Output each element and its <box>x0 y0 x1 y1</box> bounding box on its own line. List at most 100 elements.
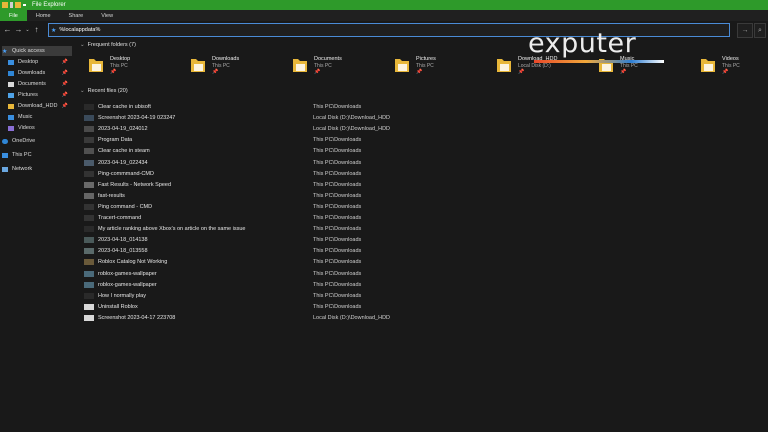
recent-locations-button[interactable]: ⌄ <box>24 23 31 37</box>
file-name: 2023-04-19_022434 <box>98 159 148 166</box>
pin-icon[interactable]: 📌 <box>314 69 320 75</box>
file-location: This PC\Downloads <box>313 237 362 244</box>
recent-file-row[interactable]: 2023-04-18_014138 This PC\Downloads <box>84 235 764 245</box>
pin-icon[interactable]: 📌 <box>62 81 68 87</box>
file-name: Uninstall Roblox <box>98 303 138 310</box>
chevron-down-icon[interactable] <box>23 4 26 6</box>
file-name: fast-results <box>98 192 125 199</box>
sidebar-item-videos[interactable]: Videos <box>8 123 72 133</box>
sidebar-item-network[interactable]: Network <box>2 164 72 174</box>
recent-file-row[interactable]: Screenshot 2023-04-17 223708 Local Disk (… <box>84 313 764 323</box>
pin-icon[interactable]: 📌 <box>62 70 68 76</box>
file-thumbnail-icon <box>84 181 94 188</box>
folder-icon[interactable] <box>2 2 8 8</box>
recent-files-header[interactable]: ⌄ Recent files (20) <box>80 88 128 94</box>
sidebar-item-music[interactable]: Music <box>8 112 72 122</box>
sidebar-item-download-hdd[interactable]: Download_HDD 📌 <box>8 101 72 111</box>
recent-file-row[interactable]: Screenshot 2023-04-19 023247 Local Disk (… <box>84 113 764 123</box>
star-icon: ★ <box>51 27 57 34</box>
recent-file-row[interactable]: fast-results This PC\Downloads <box>84 191 764 201</box>
file-location: This PC\Downloads <box>313 248 362 255</box>
recent-file-row[interactable]: roblox-games-wallpaper This PC\Downloads <box>84 269 764 279</box>
properties-icon[interactable] <box>10 2 13 8</box>
recent-file-row[interactable]: Fast Results - Network Speed This PC\Down… <box>84 180 764 190</box>
recent-file-row[interactable]: Clear cache in steam This PC\Downloads <box>84 146 764 156</box>
frequent-folder-tile[interactable]: Pictures This PC 📌 <box>384 56 480 78</box>
search-button[interactable]: ⌕ <box>754 23 766 38</box>
sidebar-item-quick-access[interactable]: ★ Quick access <box>2 46 72 56</box>
sidebar-item-label: This PC <box>12 152 32 158</box>
file-name: 2023-04-18_014138 <box>98 237 148 244</box>
sidebar-item-pictures[interactable]: Pictures 📌 <box>8 90 72 100</box>
pin-icon[interactable]: 📌 <box>110 69 116 75</box>
window-title: File Explorer <box>32 2 66 8</box>
new-folder-icon[interactable] <box>15 2 21 8</box>
recent-file-row[interactable]: Roblox Catalog Not Working This PC\Downlo… <box>84 257 764 267</box>
navigation-pane: ★ Quick access Desktop 📌 Downloads 📌 Doc… <box>0 44 74 432</box>
recent-file-row[interactable]: 2023-04-18_013558 This PC\Downloads <box>84 246 764 256</box>
frequent-folder-tile[interactable]: Desktop This PC 📌 <box>78 56 174 78</box>
logo-text: exputer <box>528 28 637 59</box>
file-location: Local Disk (D:)\Download_HDD <box>313 126 391 133</box>
file-location: This PC\Downloads <box>313 181 362 188</box>
sidebar-item-label: Downloads <box>18 70 46 76</box>
file-name: Roblox Catalog Not Working <box>98 259 168 266</box>
recent-file-row[interactable]: Program Data This PC\Downloads <box>84 135 764 145</box>
sidebar-item-onedrive[interactable]: OneDrive <box>2 136 72 146</box>
pin-icon[interactable]: 📌 <box>62 103 68 109</box>
address-input[interactable]: %localappdata% <box>59 27 100 33</box>
recent-file-row[interactable]: Tracert-command This PC\Downloads <box>84 213 764 223</box>
frequent-folder-tile[interactable]: Downloads This PC 📌 <box>180 56 276 78</box>
frequent-folder-tile[interactable]: Documents This PC 📌 <box>282 56 378 78</box>
tab-file[interactable]: File <box>0 10 27 21</box>
sidebar-item-documents[interactable]: Documents 📌 <box>8 79 72 89</box>
frequent-folder-tile[interactable]: Videos This PC 📌 <box>690 56 768 78</box>
pin-icon[interactable]: 📌 <box>620 69 626 75</box>
sidebar-item-desktop[interactable]: Desktop 📌 <box>8 57 72 67</box>
pin-icon[interactable]: 📌 <box>212 69 218 75</box>
tab-view[interactable]: View <box>92 10 122 21</box>
pin-icon[interactable]: 📌 <box>416 69 422 75</box>
file-location: This PC\Downloads <box>313 104 362 110</box>
sidebar-item-label: Documents <box>18 81 46 87</box>
pin-icon[interactable]: 📌 <box>62 59 68 65</box>
pin-icon[interactable]: 📌 <box>722 69 728 75</box>
tab-share[interactable]: Share <box>60 10 93 21</box>
recent-file-row[interactable]: My article ranking above Xbox's on artic… <box>84 224 764 234</box>
chevron-down-icon: ⌄ <box>80 88 85 94</box>
recent-file-row[interactable]: 2023-04-19_024012 Local Disk (D:)\Downloa… <box>84 124 764 134</box>
recent-file-row[interactable]: 2023-04-19_022434 This PC\Downloads <box>84 158 764 168</box>
address-go-button[interactable]: → <box>737 23 753 38</box>
up-button[interactable]: ↑ <box>31 23 42 37</box>
file-name: Tracert-command <box>98 215 142 221</box>
recent-file-row[interactable]: Ping command - CMD This PC\Downloads <box>84 202 764 212</box>
sidebar-item-downloads[interactable]: Downloads 📌 <box>8 68 72 78</box>
pin-icon[interactable]: 📌 <box>62 92 68 98</box>
sidebar-item-label: Music <box>18 114 33 120</box>
folder-icon <box>395 59 409 72</box>
file-location: This PC\Downloads <box>313 170 362 177</box>
recent-file-row[interactable]: Uninstall Roblox This PC\Downloads <box>84 302 764 312</box>
sidebar-item-label: Network <box>12 166 33 172</box>
desktop-icon <box>8 59 14 65</box>
file-thumbnail-icon <box>84 292 94 299</box>
pin-icon[interactable]: 📌 <box>518 69 524 75</box>
recent-file-row[interactable]: roblox-games-wallpaper This PC\Downloads <box>84 280 764 290</box>
recent-file-row[interactable]: How I normally play This PC\Downloads <box>84 291 764 301</box>
folder-icon <box>89 59 103 72</box>
logo-underline <box>534 60 664 63</box>
frequent-folders-header[interactable]: ⌄ Frequent folders (7) <box>80 42 136 48</box>
recent-file-row[interactable]: Ping-commmand-CMD This PC\Downloads <box>84 169 764 179</box>
back-button[interactable]: ← <box>2 23 13 37</box>
computer-icon <box>2 152 8 158</box>
recent-file-row[interactable]: Clear cache in ubisoft This PC\Downloads <box>84 102 764 112</box>
file-thumbnail-icon <box>84 170 94 177</box>
file-name: 2023-04-18_013558 <box>98 248 148 255</box>
forward-button[interactable]: → <box>13 23 24 37</box>
sidebar-item-this-pc[interactable]: This PC <box>2 150 72 160</box>
file-thumbnail-icon <box>84 215 94 221</box>
file-name: Clear cache in ubisoft <box>98 104 151 110</box>
file-name: Clear cache in steam <box>98 148 150 155</box>
tab-home[interactable]: Home <box>27 10 60 21</box>
file-name: Ping command - CMD <box>98 203 153 210</box>
